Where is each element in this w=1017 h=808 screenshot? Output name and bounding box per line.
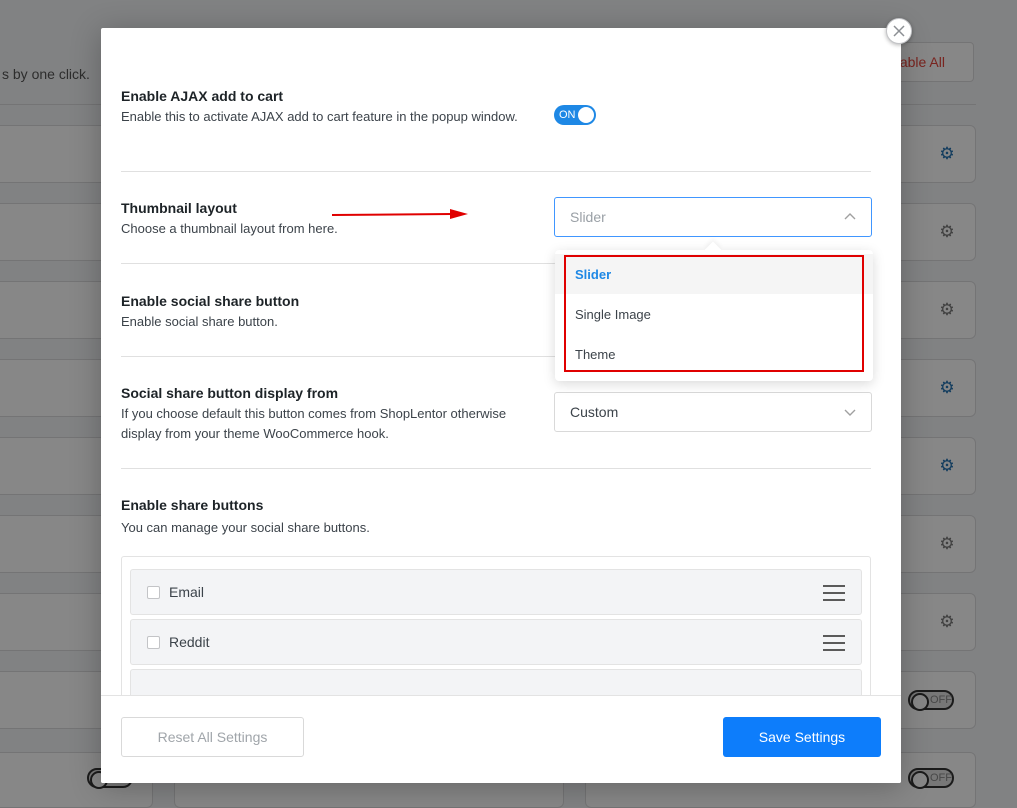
thumbnail-layout-dropdown: Slider Single Image Theme: [555, 241, 873, 381]
option-single-image[interactable]: Single Image: [555, 294, 873, 334]
share-item-reddit[interactable]: Reddit: [130, 619, 862, 665]
option-slider[interactable]: Slider: [555, 254, 873, 294]
select-value: Slider: [570, 209, 606, 225]
divider: [121, 468, 871, 469]
share-item-email[interactable]: Email: [130, 569, 862, 615]
toggle-knob: [578, 107, 594, 123]
drag-handle-icon[interactable]: [823, 635, 845, 651]
setting-description: If you choose default this button comes …: [121, 406, 507, 441]
setting-title: Enable share buttons: [121, 497, 264, 513]
toggle-label: ON: [559, 109, 576, 121]
close-button[interactable]: [886, 18, 912, 44]
setting-description: You can manage your social share buttons…: [121, 520, 370, 535]
setting-ajax-add-to-cart: Enable AJAX add to cart Enable this to a…: [121, 85, 871, 127]
setting-description: Choose a thumbnail layout from here.: [121, 221, 338, 236]
drag-handle-icon[interactable]: [823, 585, 845, 601]
reddit-checkbox[interactable]: [147, 635, 160, 649]
thumbnail-layout-select[interactable]: Slider: [554, 197, 872, 237]
red-arrow-annotation: [332, 209, 468, 219]
share-item-label: Email: [169, 584, 205, 600]
chevron-up-icon: [844, 213, 856, 220]
reset-all-settings-button[interactable]: Reset All Settings: [121, 717, 304, 757]
modal-footer: Reset All Settings Save Settings: [101, 695, 901, 783]
share-item-label: Reddit: [169, 634, 210, 650]
email-checkbox[interactable]: [147, 585, 160, 599]
setting-title: Enable AJAX add to cart: [121, 88, 284, 104]
save-settings-button[interactable]: Save Settings: [723, 717, 881, 757]
chevron-down-icon: [844, 409, 856, 416]
settings-modal: Enable AJAX add to cart Enable this to a…: [101, 28, 901, 783]
divider: [121, 171, 871, 172]
setting-description: Enable this to activate AJAX add to cart…: [121, 109, 518, 124]
setting-description: Enable social share button.: [121, 314, 278, 329]
share-buttons-list: Email Reddit: [121, 556, 871, 715]
option-theme[interactable]: Theme: [555, 334, 873, 374]
ajax-add-to-cart-toggle[interactable]: ON: [554, 105, 596, 125]
close-icon: [893, 25, 905, 37]
select-value: Custom: [570, 404, 619, 420]
share-display-from-select[interactable]: Custom: [554, 392, 872, 432]
setting-share-buttons: Enable share buttons You can manage your…: [121, 494, 871, 538]
